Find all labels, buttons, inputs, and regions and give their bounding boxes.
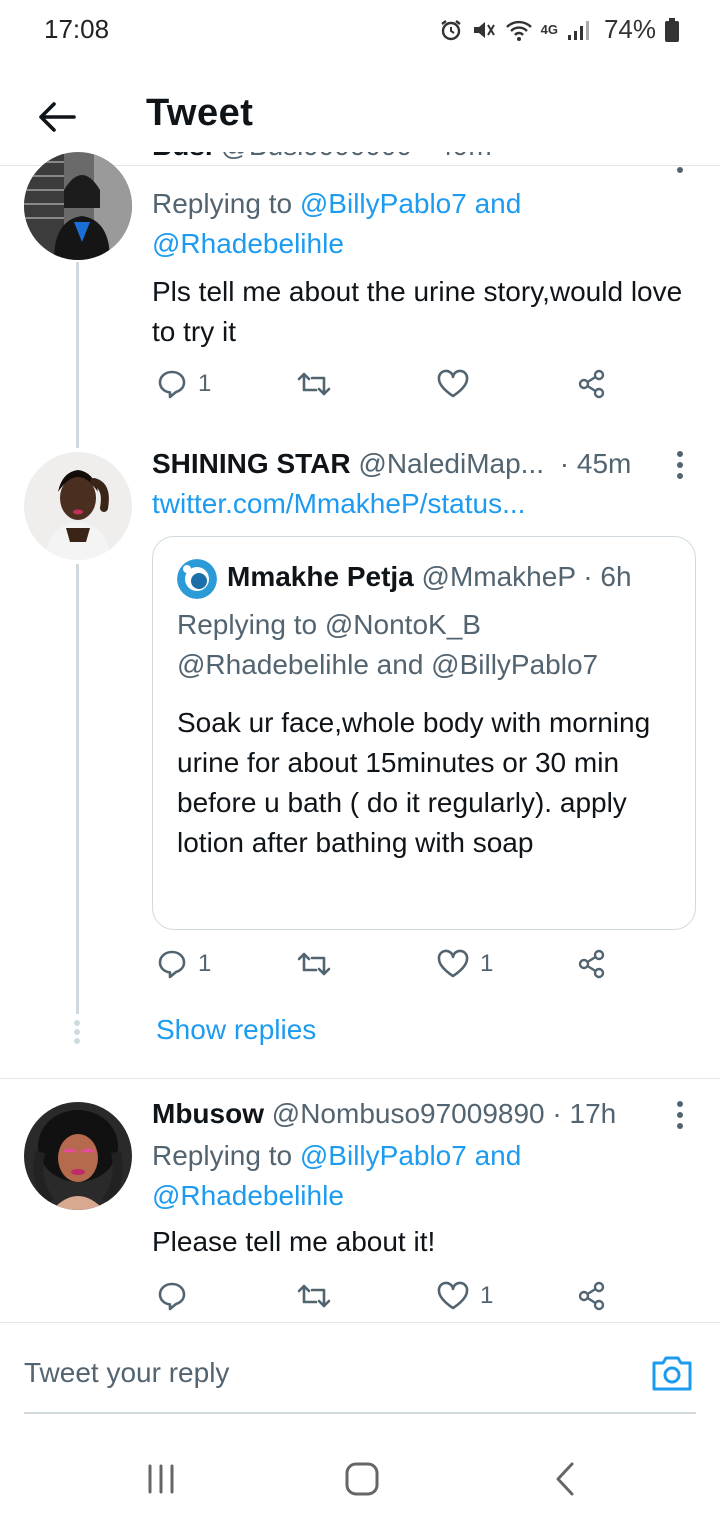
more-options-icon[interactable] (674, 450, 686, 480)
page-title: Tweet (146, 92, 254, 134)
signal-icon (567, 20, 589, 40)
like-count: 1 (480, 1282, 494, 1309)
tweet-author-partial: Busi @Busi9999999 · 49m (152, 152, 692, 170)
tweet-text: Please tell me about it! (152, 1226, 436, 1257)
replying-to-cont: @Rhadebelihle and @BillyPablo7 (177, 649, 599, 680)
tweet-author: Mbusow @Nombuso97009890 · 17h (152, 1098, 616, 1130)
thread-more-dots (74, 1020, 80, 1044)
divider (0, 1078, 720, 1079)
divider (24, 1412, 696, 1414)
reply-button[interactable]: 1 (156, 948, 211, 980)
mention-link[interactable]: @Rhadebelihle (152, 228, 344, 260)
reply-count: 1 (198, 950, 212, 977)
retweet-button[interactable] (296, 1280, 332, 1312)
back-arrow-icon[interactable] (36, 96, 78, 138)
battery-icon (665, 17, 679, 42)
status-bar: 17:08 4G 74% (0, 0, 720, 60)
battery-percent: 74% (603, 14, 656, 44)
avatar[interactable] (177, 559, 217, 599)
like-button[interactable]: 1 (436, 1280, 493, 1312)
tweet-time: · 45m (559, 448, 632, 479)
camera-icon[interactable] (650, 1353, 694, 1393)
quoted-author-handle: @MmakheP (421, 561, 576, 592)
retweet-icon (297, 372, 331, 396)
like-button[interactable]: 1 (436, 948, 493, 980)
retweet-button[interactable] (296, 368, 332, 400)
tweet-actions: 1 (152, 368, 632, 408)
quoted-tweet[interactable]: Mmakhe Petja @MmakheP · 6h Replying to @… (152, 536, 696, 930)
quoted-time: · 6h (583, 561, 632, 592)
network-type-label: 4G (540, 22, 558, 37)
thread-connector (76, 564, 79, 1014)
back-nav-icon[interactable] (540, 1454, 590, 1504)
wifi-icon (505, 20, 532, 41)
heart-icon (437, 1281, 469, 1310)
retweet-icon (297, 952, 331, 976)
tweet-time: · 17h (552, 1098, 617, 1129)
author-name[interactable]: SHINING STAR (152, 448, 351, 479)
status-time: 17:08 (44, 14, 110, 44)
quoted-author: Mmakhe Petja @MmakheP · 6h (227, 561, 632, 593)
reply-icon (158, 1282, 186, 1311)
author-handle[interactable]: @NalediMap... (358, 448, 544, 479)
reply-icon (158, 950, 186, 979)
reply-button[interactable]: 1 (156, 368, 211, 400)
avatar[interactable] (24, 1102, 132, 1210)
home-icon[interactable] (337, 1454, 387, 1504)
reply-count: 1 (198, 370, 212, 397)
share-icon (578, 949, 605, 979)
tweet-author: SHINING STAR @NalediMap... · 45m (152, 448, 631, 480)
recent-apps-icon[interactable] (136, 1454, 186, 1504)
system-nav-bar (0, 1440, 720, 1520)
tweet-link[interactable]: twitter.com/MmakheP/status... (152, 488, 525, 520)
thread-connector (76, 262, 79, 448)
retweet-button[interactable] (296, 948, 332, 980)
retweet-icon (297, 1284, 331, 1308)
mention-link[interactable]: @BillyPablo7 (300, 188, 467, 219)
share-icon (578, 1281, 605, 1311)
reply-icon (158, 370, 186, 399)
share-button[interactable] (576, 1280, 608, 1312)
tweet-actions: 1 1 (152, 948, 632, 988)
avatar[interactable] (24, 452, 132, 560)
share-button[interactable] (576, 368, 608, 400)
heart-icon (437, 949, 469, 978)
reply-input[interactable]: Tweet your reply (24, 1357, 229, 1389)
like-button[interactable] (436, 368, 470, 400)
quoted-tweet-text: Soak ur face,whole body with morning uri… (177, 707, 651, 858)
replying-to: Replying to @BillyPablo7 and (152, 188, 522, 219)
share-button[interactable] (576, 948, 608, 980)
status-icons: 4G 74% (439, 14, 680, 45)
author-handle[interactable]: @Nombuso97009890 (272, 1098, 545, 1129)
replying-to: Replying to @BillyPablo7 and (152, 1140, 522, 1171)
mention-link[interactable]: @Rhadebelihle (152, 1180, 344, 1212)
more-options-icon[interactable] (674, 140, 686, 174)
like-count: 1 (480, 950, 494, 977)
avatar[interactable] (24, 152, 132, 260)
replying-to: Replying to @NontoK_B (177, 609, 481, 640)
show-replies-link[interactable]: Show replies (156, 1014, 316, 1046)
reply-composer[interactable]: Tweet your reply (0, 1322, 720, 1414)
tweet-actions: 1 (152, 1280, 632, 1320)
share-icon (578, 369, 605, 399)
tweet-text: Pls tell me about the urine story,would … (152, 276, 683, 347)
reply-button[interactable] (156, 1280, 198, 1312)
author-name[interactable]: Mbusow (152, 1098, 264, 1129)
heart-icon (437, 369, 469, 398)
mention-link[interactable]: @BillyPablo7 (300, 1140, 467, 1171)
more-options-icon[interactable] (674, 1100, 686, 1130)
alarm-icon (440, 19, 461, 40)
mute-icon (473, 21, 495, 38)
quoted-author-name: Mmakhe Petja (227, 561, 414, 592)
